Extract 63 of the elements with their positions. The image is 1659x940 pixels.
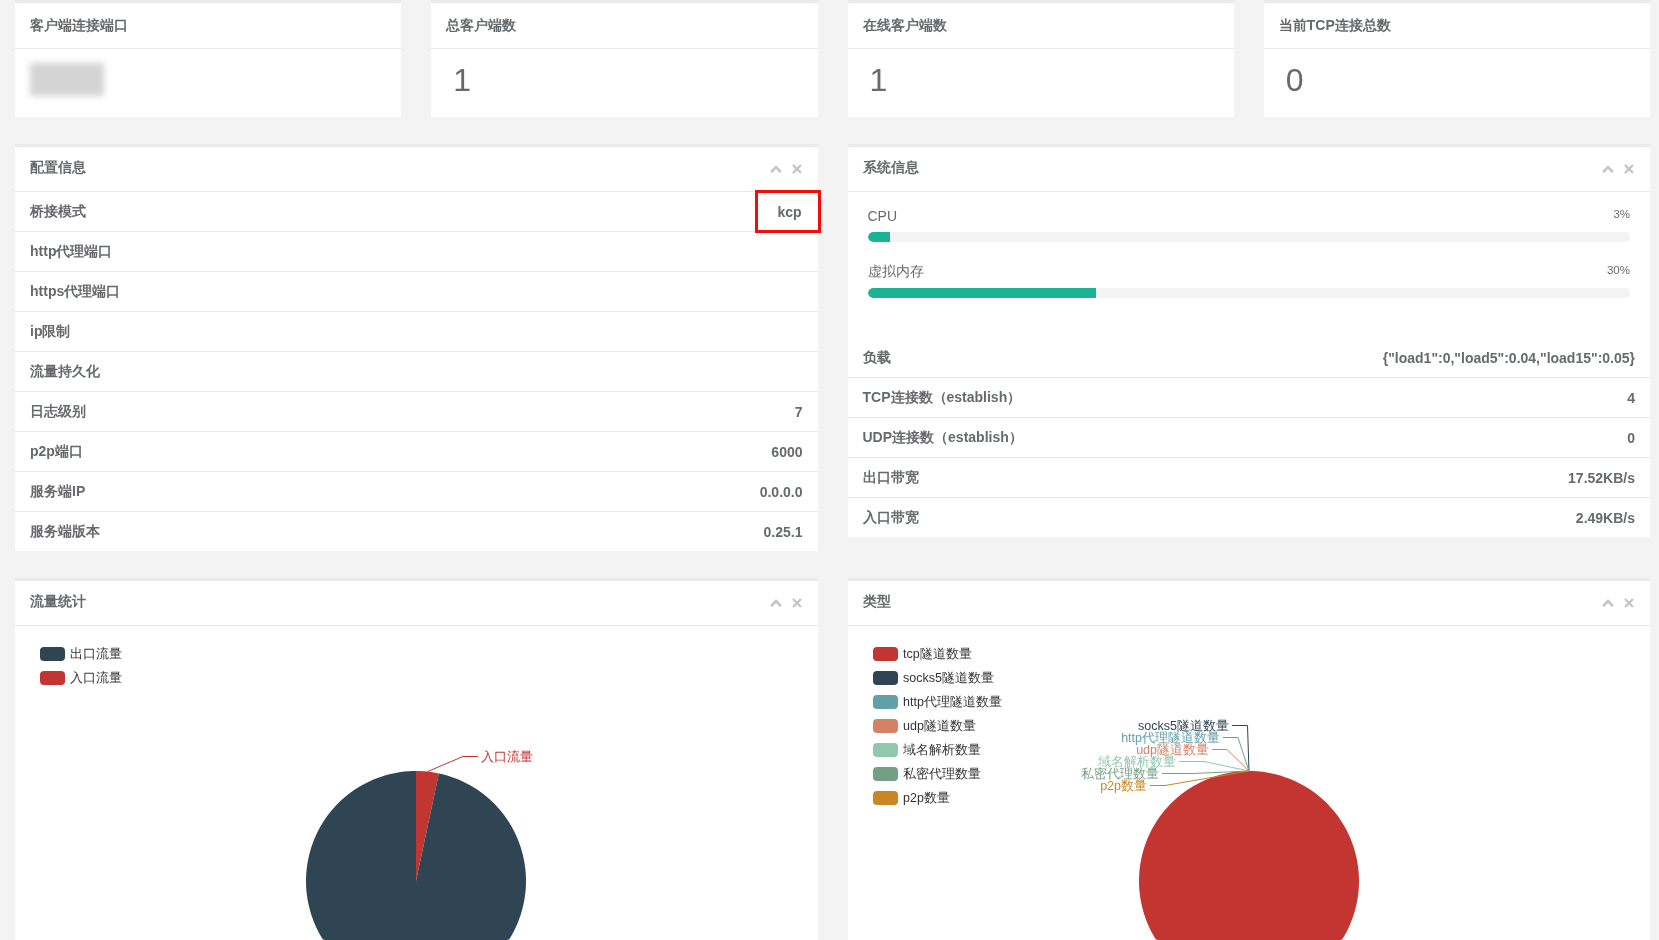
row-label: https代理端口 <box>30 282 121 301</box>
highlighted-value: kcp <box>755 190 821 233</box>
chevron-up-icon[interactable] <box>769 165 782 173</box>
legend-label: p2p数量 <box>902 791 950 805</box>
row-value: 0.0.0.0 <box>759 483 803 500</box>
chevron-up-icon[interactable] <box>1602 165 1614 173</box>
meter-label: CPU <box>867 208 898 224</box>
slice-label: p2p数量 <box>1099 779 1147 793</box>
row-label: TCP连接数（establish） <box>862 388 1022 407</box>
stat-value: 0 <box>1285 63 1304 98</box>
panel-title: 系统信息 <box>862 158 920 177</box>
chevron-up-icon[interactable] <box>1602 599 1614 607</box>
slice-label: http代理隧道数量 <box>1120 731 1220 745</box>
row-value: 0 <box>1627 429 1635 446</box>
slice-label: socks5隧道数量 <box>1137 719 1229 733</box>
row-label: 服务端版本 <box>30 522 100 541</box>
legend-label: 域名解析数量 <box>902 743 981 757</box>
row-value: 7 <box>794 403 803 420</box>
legend-label: socks5隧道数量 <box>902 671 994 685</box>
row-label: 出口带宽 <box>862 468 919 487</box>
stat-title: 当前TCP连接总数 <box>1278 16 1391 35</box>
row-label: ip限制 <box>30 322 71 341</box>
legend-label: 私密代理数量 <box>902 767 981 781</box>
panel-title: 流量统计 <box>30 592 87 611</box>
panel-title: 类型 <box>862 592 892 611</box>
row-label: p2p端口 <box>30 442 83 461</box>
slice-label: 域名解析数量 <box>1097 755 1176 769</box>
stat-value: 1 <box>453 63 472 98</box>
row-value: 0.25.1 <box>763 523 803 540</box>
close-icon[interactable] <box>791 164 802 174</box>
stat-title: 在线客户端数 <box>862 16 947 35</box>
close-icon[interactable] <box>1624 598 1634 608</box>
meter-reading: 3% <box>1613 208 1630 220</box>
row-label: UDP连接数（establish） <box>862 428 1023 447</box>
chevron-up-icon[interactable] <box>769 599 782 607</box>
row-label: 入口带宽 <box>862 508 919 527</box>
row-value: 6000 <box>771 443 803 460</box>
close-icon[interactable] <box>1624 164 1634 174</box>
close-icon[interactable] <box>791 598 802 608</box>
legend-label: http代理隧道数量 <box>902 695 1002 709</box>
row-value: 2.49KB/s <box>1575 509 1635 526</box>
slice-label: 入口流量 <box>481 750 533 764</box>
row-label: 服务端IP <box>30 482 86 501</box>
row-label: 负载 <box>862 348 891 367</box>
row-label: 流量持久化 <box>30 362 100 381</box>
stat-value: 1 <box>869 63 888 98</box>
legend-label: udp隧道数量 <box>902 719 976 733</box>
meter-label: 虚拟内存 <box>867 263 924 281</box>
stat-title: 总客户端数 <box>446 16 517 35</box>
row-value: 17.52KB/s <box>1568 469 1635 486</box>
row-label: 日志级别 <box>30 402 86 421</box>
row-label: 桥接模式 <box>30 202 86 221</box>
stat-title: 客户端连接端口 <box>30 16 128 35</box>
legend-label: tcp隧道数量 <box>902 647 972 661</box>
legend-label: 入口流量 <box>70 671 122 685</box>
row-value: {"load1":0,"load5":0.04,"load15":0.05} <box>1382 349 1635 366</box>
slice-label: udp隧道数量 <box>1135 743 1209 757</box>
row-value: 4 <box>1627 389 1635 406</box>
row-label: http代理端口 <box>30 242 113 261</box>
panel-title: 配置信息 <box>30 158 87 177</box>
legend-label: 出口流量 <box>70 647 122 661</box>
meter-reading: 30% <box>1606 264 1630 276</box>
slice-label: 私密代理数量 <box>1080 767 1159 781</box>
